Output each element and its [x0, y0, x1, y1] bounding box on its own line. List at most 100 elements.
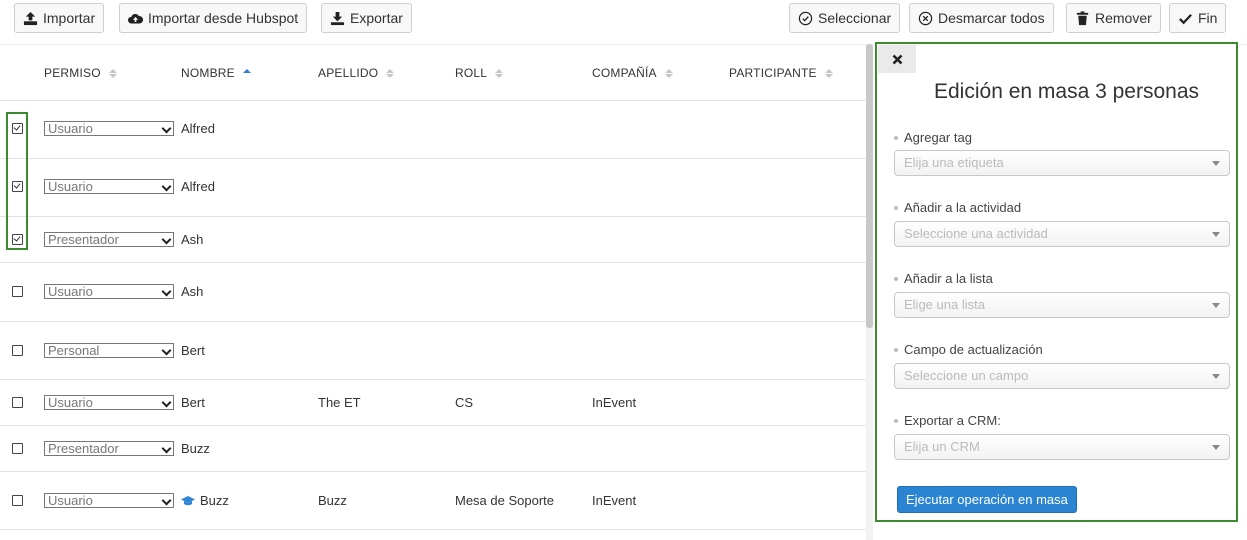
row-checkbox[interactable] — [12, 397, 23, 408]
permission-value: Presentador — [48, 441, 119, 456]
update-field-select[interactable]: Seleccione un campo — [894, 363, 1230, 389]
sort-icon — [824, 68, 833, 78]
deselect-all-button[interactable]: Desmarcar todos — [909, 3, 1054, 33]
column-header-compania[interactable]: COMPAÑÍA — [592, 66, 673, 80]
column-header-label: APELLIDO — [318, 66, 379, 80]
done-button[interactable]: Fin — [1169, 3, 1227, 33]
toolbar: Importar Importar desde Hubspot Exportar… — [0, 0, 1247, 45]
row-checkbox[interactable] — [12, 345, 23, 356]
field-label-crm: Exportar a CRM: — [894, 413, 1001, 428]
caret-down-icon — [1212, 445, 1220, 450]
bulk-edit-panel: Edición en masa 3 personas Agregar tag E… — [875, 42, 1238, 522]
sort-ascending-icon — [242, 68, 251, 78]
name-cell: Alfred — [181, 179, 215, 194]
table-row: Presentador Ash — [0, 217, 866, 263]
caret-down-icon — [1212, 374, 1220, 379]
download-icon — [330, 11, 345, 25]
field-label-update-field: Campo de actualización — [894, 342, 1043, 357]
select-label: Seleccionar — [818, 10, 892, 26]
permission-select[interactable]: Personal — [44, 343, 174, 358]
permission-value: Usuario — [48, 121, 93, 136]
name-cell: Buzz — [181, 493, 229, 508]
permission-value: Personal — [48, 343, 100, 358]
cloud-upload-icon — [128, 13, 143, 23]
select-button[interactable]: Seleccionar — [789, 3, 901, 33]
column-header-label: NOMBRE — [181, 66, 235, 80]
activity-select[interactable]: Seleccione una actividad — [894, 221, 1230, 247]
surname-text: Buzz — [318, 493, 347, 508]
field-label-text: Agregar tag — [904, 130, 972, 145]
import-button[interactable]: Importar — [14, 3, 105, 33]
crm-select[interactable]: Elija un CRM — [894, 434, 1230, 460]
name-cell: Buzz — [181, 441, 210, 456]
table-row: Personal Bert — [0, 322, 866, 380]
update-field-select-placeholder: Seleccione un campo — [904, 368, 1029, 383]
role-text: CS — [455, 395, 474, 410]
surname-cell: Buzz — [318, 493, 347, 508]
list-select-placeholder: Elige una lista — [904, 297, 985, 312]
column-header-roll[interactable]: ROLL — [455, 66, 504, 80]
permission-value: Usuario — [48, 395, 93, 410]
selected-rows-highlight — [6, 112, 28, 250]
times-circle-icon — [918, 11, 933, 25]
table-row: Presentador Buzz — [0, 426, 866, 472]
permission-select[interactable]: Usuario — [44, 179, 174, 194]
chevron-down-icon — [161, 123, 172, 134]
column-header-permiso[interactable]: PERMISO — [44, 66, 117, 80]
chevron-down-icon — [161, 181, 172, 192]
chevron-down-icon — [161, 495, 172, 506]
chevron-down-icon — [161, 443, 172, 454]
activity-select-placeholder: Seleccione una actividad — [904, 226, 1048, 241]
role-cell: Mesa de Soporte — [455, 493, 554, 508]
table-row: Usuario Alfred — [0, 159, 866, 217]
import-hubspot-button[interactable]: Importar desde Hubspot — [119, 3, 308, 33]
export-button[interactable]: Exportar — [321, 3, 412, 33]
chevron-down-icon — [161, 397, 172, 408]
company-cell: InEvent — [592, 395, 636, 410]
name-text: Buzz — [200, 493, 229, 508]
role-text: Mesa de Soporte — [455, 493, 555, 508]
permission-select[interactable]: Presentador — [44, 441, 174, 456]
remove-button[interactable]: Remover — [1066, 3, 1161, 33]
name-text: Bert — [181, 343, 205, 358]
field-label-text: Añadir a la lista — [904, 271, 993, 286]
row-checkbox[interactable] — [12, 286, 23, 297]
done-label: Fin — [1198, 10, 1218, 26]
permission-select[interactable]: Usuario — [44, 121, 174, 136]
sort-icon — [108, 68, 117, 78]
scrollbar-thumb[interactable] — [866, 44, 873, 328]
permission-select[interactable]: Usuario — [44, 395, 174, 410]
list-select[interactable]: Elige una lista — [894, 292, 1230, 318]
run-bulk-operation-button[interactable]: Ejecutar operación en masa — [897, 486, 1077, 513]
graduation-cap-icon — [181, 495, 195, 505]
trash-icon — [1076, 10, 1089, 25]
row-checkbox[interactable] — [12, 495, 23, 506]
field-label-tag: Agregar tag — [894, 130, 972, 145]
permission-select[interactable]: Usuario — [44, 284, 174, 299]
caret-down-icon — [1212, 232, 1220, 237]
column-header-label: COMPAÑÍA — [592, 66, 657, 80]
tag-select[interactable]: Elija una etiqueta — [894, 150, 1230, 176]
remove-label: Remover — [1095, 10, 1152, 26]
permission-select[interactable]: Usuario — [44, 493, 174, 508]
column-header-apellido[interactable]: APELLIDO — [318, 66, 395, 80]
close-button[interactable] — [878, 45, 916, 73]
table-header: PERMISO NOMBRE APELLIDO ROLL COMPAÑÍA PA… — [0, 44, 872, 101]
row-checkbox[interactable] — [12, 443, 23, 454]
name-text: Ash — [181, 232, 204, 247]
company-text: InEvent — [592, 395, 637, 410]
column-header-nombre[interactable]: NOMBRE — [181, 66, 251, 80]
name-cell: Bert — [181, 343, 205, 358]
surname-text: The ET — [318, 395, 361, 410]
crm-select-placeholder: Elija un CRM — [904, 439, 980, 454]
caret-down-icon — [1212, 161, 1220, 166]
permission-select[interactable]: Presentador — [44, 232, 174, 247]
table-row: Usuario Ash — [0, 263, 866, 322]
table-scrollbar[interactable] — [866, 44, 873, 540]
field-label-list: Añadir a la lista — [894, 271, 993, 286]
name-cell: Ash — [181, 284, 203, 299]
name-cell: Ash — [181, 232, 203, 247]
column-header-participante[interactable]: PARTICIPANTE — [729, 66, 833, 80]
caret-down-icon — [1212, 303, 1220, 308]
sort-icon — [664, 68, 673, 78]
